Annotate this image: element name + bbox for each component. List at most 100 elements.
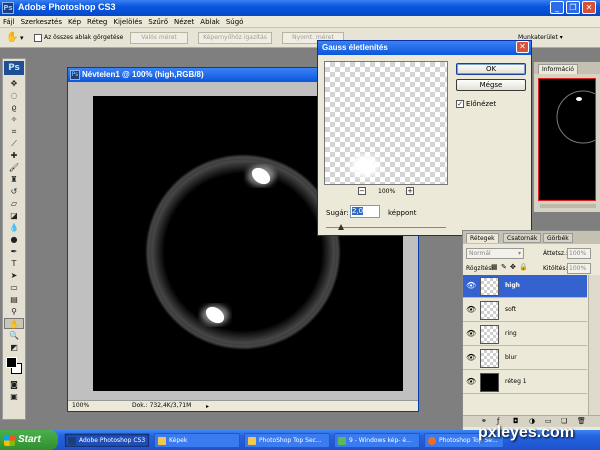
hand-tool-icon[interactable]: ✋: [6, 32, 18, 44]
fill-input[interactable]: 100%: [567, 263, 591, 274]
taskbar-item-image-viewer[interactable]: 9 - Windows kép- é...: [334, 433, 420, 448]
eyedropper-tool-icon[interactable]: ⚲: [4, 306, 24, 317]
scroll-all-windows-option[interactable]: Az összes ablak görgetése: [34, 33, 123, 43]
hand-tool-icon[interactable]: ✋: [4, 318, 24, 329]
visibility-eye-icon[interactable]: 👁: [466, 306, 476, 314]
preview-option[interactable]: Előnézet: [456, 99, 496, 109]
navigator-zoom-slider[interactable]: [540, 204, 596, 208]
layer-row-background[interactable]: 👁 réteg 1: [463, 371, 587, 394]
screen-mode-icon[interactable]: ▣: [4, 391, 24, 402]
eraser-tool-icon[interactable]: ▱: [4, 198, 24, 209]
menu-image[interactable]: Kép: [65, 16, 84, 28]
document-info[interactable]: Dok.: 732,4K/3,71M: [132, 401, 191, 411]
actual-pixels-button[interactable]: Valós méret: [130, 32, 188, 44]
layers-scrollbar[interactable]: [588, 275, 600, 415]
menu-edit[interactable]: Szerkesztés: [18, 16, 65, 28]
color-swatches[interactable]: [4, 355, 24, 377]
clone-stamp-tool-icon[interactable]: ♜: [4, 174, 24, 185]
zoom-out-button[interactable]: −: [358, 187, 366, 195]
healing-brush-tool-icon[interactable]: ✚: [4, 150, 24, 161]
taskbar-item-folder-secrets[interactable]: PhotoShop Top Sec...: [244, 433, 330, 448]
foreground-color-swatch[interactable]: [6, 357, 17, 368]
blend-mode-select[interactable]: Normál ▾: [466, 248, 524, 259]
layer-row-blur[interactable]: 👁 blur: [463, 347, 587, 370]
menu-select[interactable]: Kijelölés: [110, 16, 145, 28]
preview-checkbox[interactable]: [456, 100, 464, 108]
blur-tool-icon[interactable]: 💧: [4, 222, 24, 233]
layer-row-ring[interactable]: 👁 ring: [463, 323, 587, 346]
quick-mask-icon[interactable]: ◙: [4, 379, 24, 390]
brush-tool-icon[interactable]: 🖌: [4, 162, 24, 173]
close-button[interactable]: ✕: [582, 1, 596, 14]
fit-screen-button[interactable]: Képernyőhöz igazítás: [198, 32, 272, 44]
slice-tool-icon[interactable]: ⟋: [4, 138, 24, 149]
zoom-in-button[interactable]: +: [406, 187, 414, 195]
shape-tool-icon[interactable]: ▭: [4, 282, 24, 293]
move-tool-icon[interactable]: ✥: [4, 78, 24, 89]
dialog-close-button[interactable]: ✕: [516, 41, 529, 53]
crop-tool-icon[interactable]: ⌗: [4, 126, 24, 137]
marquee-tool-icon[interactable]: ◌: [4, 90, 24, 101]
taskbar-item-images[interactable]: Képek: [154, 433, 240, 448]
history-brush-tool-icon[interactable]: ↺: [4, 186, 24, 197]
ok-button[interactable]: OK: [456, 63, 526, 75]
lock-image-icon[interactable]: ✎: [501, 263, 507, 271]
pen-tool-icon[interactable]: ✒: [4, 246, 24, 257]
navigator-thumbnail[interactable]: [538, 78, 596, 201]
layer-name: soft: [505, 306, 517, 313]
tab-info[interactable]: Információ: [538, 64, 578, 74]
lock-all-icon[interactable]: 🔒: [519, 263, 528, 271]
start-button[interactable]: Start: [0, 430, 58, 450]
taskbar-item-label: Képek: [169, 437, 188, 444]
menu-window[interactable]: Ablak: [197, 16, 223, 28]
tab-channels[interactable]: Csatornák: [503, 233, 542, 243]
layer-row-high[interactable]: 👁 high: [463, 275, 587, 298]
tab-curves[interactable]: Görbék: [543, 233, 573, 243]
minimize-button[interactable]: _: [550, 1, 564, 14]
taskbar-item-photoshop[interactable]: Adobe Photoshop CS3: [64, 433, 150, 448]
menu-view[interactable]: Nézet: [171, 16, 197, 28]
maximize-button[interactable]: ❐: [566, 1, 580, 14]
visibility-eye-icon[interactable]: 👁: [466, 330, 476, 338]
scroll-all-windows-checkbox[interactable]: [34, 33, 42, 42]
cancel-button[interactable]: Mégse: [456, 79, 526, 91]
lock-position-icon[interactable]: ✥: [510, 263, 516, 271]
chevron-down-icon: ▾: [559, 34, 563, 41]
paint-bucket-tool-icon[interactable]: ◪: [4, 210, 24, 221]
blur-preview[interactable]: [324, 61, 448, 185]
dodge-tool-icon[interactable]: ●: [4, 234, 24, 245]
tab-layers[interactable]: Rétegek: [466, 233, 499, 243]
zoom-tool-icon[interactable]: 🔍: [4, 330, 24, 341]
default-colors-icon[interactable]: ◩: [4, 342, 24, 353]
notes-tool-icon[interactable]: ▤: [4, 294, 24, 305]
zoom-level[interactable]: 100%: [72, 401, 89, 411]
lock-label: Rögzítés:: [466, 265, 494, 272]
radius-slider-track[interactable]: [326, 227, 446, 228]
visibility-eye-icon[interactable]: 👁: [466, 354, 476, 362]
menu-filter[interactable]: Szűrő: [145, 16, 171, 28]
delete-layer-icon[interactable]: 🗑: [577, 417, 586, 425]
layer-row-soft[interactable]: 👁 soft: [463, 299, 587, 322]
menu-layer[interactable]: Réteg: [84, 16, 110, 28]
visibility-eye-icon[interactable]: 👁: [466, 282, 476, 290]
blend-mode-value: Normál: [469, 250, 491, 257]
type-tool-icon[interactable]: T: [4, 258, 24, 269]
menu-help[interactable]: Súgó: [223, 16, 247, 28]
status-menu-arrow-icon[interactable]: ▸: [206, 402, 209, 412]
photoshop-app-icon: Ps: [2, 2, 14, 14]
visibility-eye-icon[interactable]: 👁: [466, 378, 476, 386]
path-selection-tool-icon[interactable]: ➤: [4, 270, 24, 281]
firefox-icon: [428, 437, 436, 445]
lasso-tool-icon[interactable]: ϱ: [4, 102, 24, 113]
radius-slider-thumb[interactable]: [338, 224, 344, 230]
magic-wand-tool-icon[interactable]: ✧: [4, 114, 24, 125]
dialog-title-bar[interactable]: Gauss életlenítés ✕: [318, 41, 531, 55]
radius-input[interactable]: 2,0: [350, 205, 380, 218]
tool-preset-chevron-down-icon[interactable]: ▾: [20, 34, 24, 42]
radius-label: Sugár:: [326, 209, 349, 217]
lock-transparency-icon[interactable]: ▦: [491, 263, 498, 271]
preview-label: Előnézet: [466, 100, 497, 108]
opacity-input[interactable]: 100%: [567, 248, 591, 259]
menu-file[interactable]: Fájl: [0, 16, 18, 28]
layer-thumbnail: [480, 373, 499, 392]
